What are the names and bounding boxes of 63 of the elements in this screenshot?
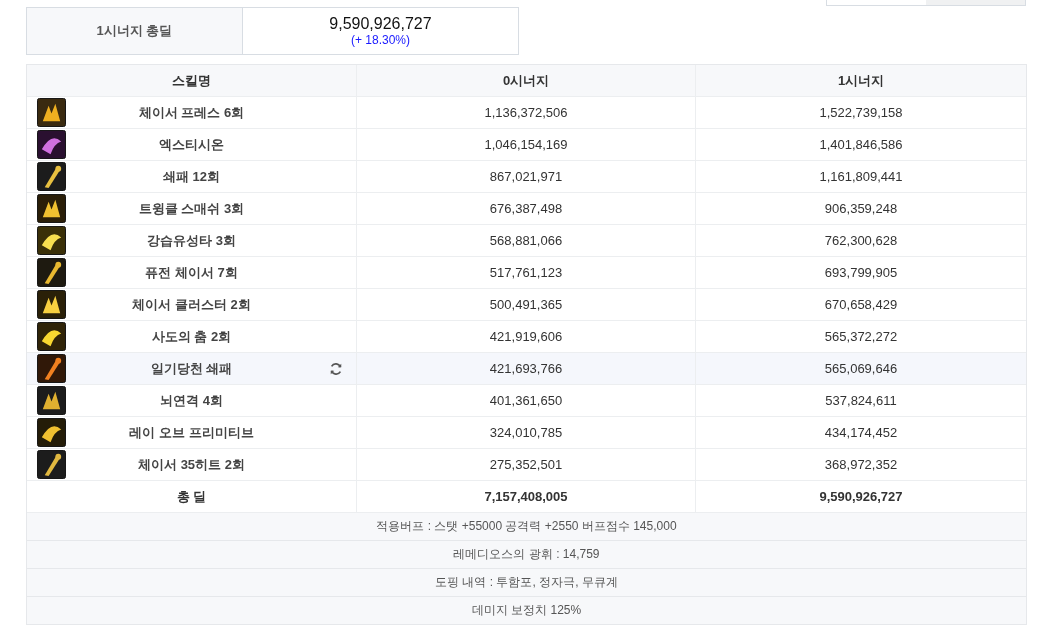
table-cell-text: 762,300,628: [823, 232, 899, 250]
skill-name: 체이서 35히트 2회: [138, 455, 245, 474]
skill-icon: [37, 450, 66, 479]
skill-name: 뇌연격 4회: [160, 391, 223, 410]
note-text: 적용버프 : 스탯 +55000 공격력 +2550 버프점수 145,000: [27, 513, 1026, 541]
summary-label: 1시너지 총딜: [27, 8, 243, 54]
total-cell-text: 9,590,926,727: [818, 488, 904, 506]
skill-name: 레이 오브 프리미티브: [129, 423, 254, 442]
skill-icon: [37, 98, 66, 127]
table-cell-text: 1,401,846,586: [818, 136, 904, 154]
table-cell: 421,693,766: [357, 353, 696, 384]
skill-name: 일기당천 쇄패: [150, 359, 233, 378]
table-cell: 421,919,606: [357, 321, 696, 352]
table-cell-text: 565,069,646: [823, 360, 899, 378]
skill-name: 사도의 춤 2회: [151, 327, 232, 346]
note-text: 레메디오스의 광휘 : 14,759: [27, 541, 1026, 569]
table-cell-text: 1,522,739,158: [818, 104, 904, 122]
skill-icon: [37, 162, 66, 191]
table-cell: 401,361,650: [357, 385, 696, 416]
skill-name: 쇄패 12회: [162, 167, 221, 186]
total-cell: 7,157,408,005: [357, 481, 696, 512]
skill-icon: [37, 354, 66, 383]
table-cell: 1,136,372,506: [357, 97, 696, 128]
table-cell: 676,387,498: [357, 193, 696, 224]
skill-name: 엑스티시온: [159, 135, 224, 154]
note-text: 데미지 보정치 125%: [27, 597, 1026, 624]
skill-icon: [37, 226, 66, 255]
toggle-control[interactable]: [826, 0, 1026, 6]
table-cell-text: 537,824,611: [824, 392, 898, 410]
skill-name: 강습유성타 3회: [147, 231, 236, 250]
skill-icon: [37, 386, 66, 415]
summary-value: 9,590,926,727: [329, 15, 432, 33]
refresh-icon[interactable]: [329, 362, 343, 376]
table-cell: 1,046,154,169: [357, 129, 696, 160]
table-cell-text: 565,372,272: [823, 328, 899, 346]
table-cell: 568,881,066: [357, 225, 696, 256]
skill-icon: [37, 290, 66, 319]
column-header: 1시너지: [836, 71, 886, 90]
skill-name: 체이서 프레스 6회: [138, 103, 245, 122]
table-cell-text: 1,161,809,441: [818, 168, 904, 186]
table-cell: 500,491,365: [357, 289, 696, 320]
column-header: 스킬명: [27, 65, 357, 96]
skill-name: 퓨전 체이서 7회: [145, 263, 238, 282]
table-cell: 324,010,785: [357, 417, 696, 448]
table-cell-text: 368,972,352: [823, 456, 899, 474]
table-cell: 867,021,971: [357, 161, 696, 192]
table-cell-text: 693,799,905: [823, 264, 899, 282]
skill-icon: [37, 130, 66, 159]
skill-icon: [37, 258, 66, 287]
skill-icon: [37, 194, 66, 223]
table-cell-text: 670,658,429: [823, 296, 899, 314]
skill-icon: [37, 418, 66, 447]
table-cell: 275,352,501: [357, 449, 696, 480]
table-cell-text: 434,174,452: [823, 424, 899, 442]
table-cell: 517,761,123: [357, 257, 696, 288]
skill-icon: [37, 322, 66, 351]
skill-name: 트윙클 스매쉬 3회: [138, 199, 245, 218]
column-header: 0시너지: [357, 65, 696, 96]
skill-name: 체이서 클러스터 2회: [132, 295, 251, 314]
total-label: 총 딜: [27, 481, 357, 512]
note-text: 도핑 내역 : 투함포, 정자극, 무큐계: [27, 569, 1026, 597]
table-cell-text: 906,359,248: [823, 200, 899, 218]
summary-change: (+ 18.30%): [350, 33, 410, 47]
